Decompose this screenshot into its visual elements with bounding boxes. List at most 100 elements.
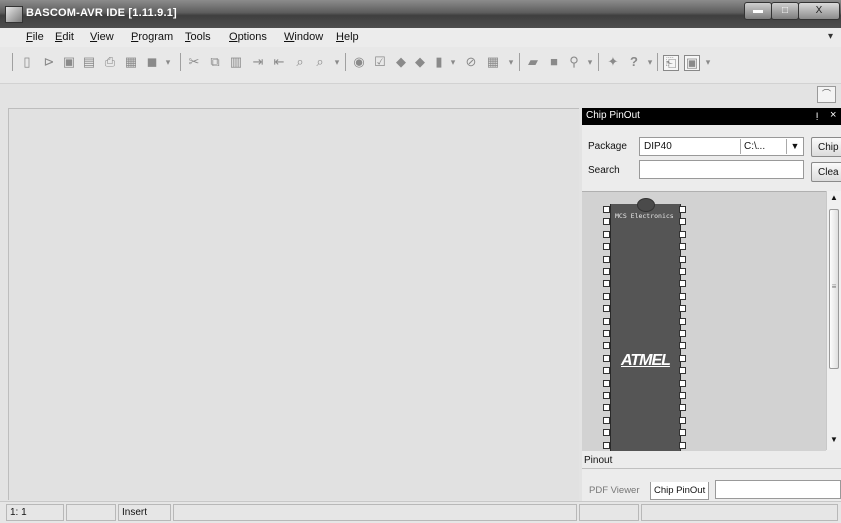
menu-view[interactable]: View bbox=[90, 31, 114, 43]
paste-icon[interactable]: ▥ bbox=[229, 55, 243, 69]
program-chip-icon[interactable]: ◆ bbox=[394, 55, 408, 69]
menu-bar: File Edit View Program Tools Options Win… bbox=[0, 28, 841, 47]
minimize-button[interactable]: ▬ bbox=[744, 2, 772, 20]
find-next-icon[interactable]: ⌕ bbox=[313, 55, 327, 69]
question-icon[interactable]: ? bbox=[627, 55, 641, 69]
chip-pin bbox=[603, 243, 610, 251]
chip-select-icon[interactable]: ⚲ bbox=[567, 55, 581, 69]
pdf-viewer-icon[interactable]: ⎗ bbox=[663, 55, 679, 71]
cut-icon[interactable]: ✂ bbox=[187, 55, 201, 69]
toolbar-separator bbox=[519, 53, 520, 71]
chip-pin bbox=[603, 441, 610, 449]
chip-pin bbox=[603, 416, 610, 424]
menu-edit[interactable]: Edit bbox=[55, 31, 74, 43]
cursor-position: 1: 1 bbox=[6, 504, 64, 521]
panel-title: Chip PinOut bbox=[586, 110, 640, 121]
chip-pin bbox=[679, 429, 686, 437]
print-preview-icon[interactable]: ▦ bbox=[124, 55, 138, 69]
chip-pin bbox=[679, 441, 686, 449]
chip-pin bbox=[679, 255, 686, 263]
toolbar-dropdown-icon[interactable]: ▾ bbox=[643, 55, 657, 69]
toolbar-dropdown-icon[interactable]: ▾ bbox=[701, 55, 715, 69]
chip-pinout-panel: Chip PinOut ᴉ × Package DIP40 C:\... ▼ C… bbox=[582, 108, 841, 506]
pin-icon[interactable]: ᴉ bbox=[816, 110, 818, 121]
close-file-icon[interactable]: ◼ bbox=[145, 55, 159, 69]
menu-window[interactable]: Window bbox=[284, 31, 323, 43]
chip-pinout-icon[interactable]: ▣ bbox=[684, 55, 700, 71]
package-select[interactable]: DIP40 C:\... ▼ bbox=[639, 137, 804, 156]
scroll-up-icon[interactable]: ▲ bbox=[829, 193, 839, 202]
menu-file[interactable]: File bbox=[26, 31, 44, 43]
chip-image: MCS Electronics ATMEL bbox=[610, 198, 681, 451]
chip-pin bbox=[603, 206, 610, 213]
search-input[interactable] bbox=[639, 160, 804, 179]
chip-view[interactable]: MCS Electronics ATMEL bbox=[582, 191, 826, 451]
terminal-icon[interactable]: ▮ bbox=[432, 55, 446, 69]
simulate-icon[interactable]: ⊘ bbox=[464, 55, 478, 69]
help-icon[interactable]: ✦ bbox=[606, 55, 620, 69]
chip-pin bbox=[679, 280, 686, 288]
collapse-icon[interactable]: ⌒ bbox=[817, 86, 836, 103]
close-icon[interactable]: × bbox=[830, 109, 836, 121]
program-chip-2-icon[interactable]: ◆ bbox=[413, 55, 427, 69]
editor-area[interactable] bbox=[8, 108, 579, 500]
tab-pdf-viewer[interactable]: PDF Viewer bbox=[586, 482, 643, 499]
compile-icon[interactable]: ◉ bbox=[352, 55, 366, 69]
maximize-button[interactable]: □ bbox=[771, 2, 799, 20]
save-file-icon[interactable]: ▣ bbox=[62, 55, 76, 69]
bar-icon[interactable]: ■ bbox=[547, 55, 561, 69]
search-label: Search bbox=[588, 165, 620, 176]
package-label: Package bbox=[588, 141, 627, 152]
path-value: C:\... bbox=[744, 141, 766, 152]
find-icon[interactable]: ⌕ bbox=[293, 55, 307, 69]
new-file-icon[interactable]: ▯ bbox=[20, 55, 34, 69]
status-cell-info bbox=[641, 504, 838, 521]
chip-pin bbox=[679, 243, 686, 251]
scroll-thumb[interactable]: ≡ bbox=[829, 209, 839, 369]
menu-help[interactable]: Help bbox=[336, 31, 359, 43]
chip-pin bbox=[679, 392, 686, 399]
menu-overflow-icon[interactable]: ▾ bbox=[828, 31, 833, 42]
syntax-check-icon[interactable]: ☑ bbox=[373, 55, 387, 69]
toolbar-dropdown-icon[interactable]: ▾ bbox=[330, 55, 344, 69]
close-button[interactable]: X bbox=[798, 2, 840, 20]
chip-pin bbox=[603, 354, 610, 362]
stop-icon[interactable]: ▦ bbox=[486, 55, 500, 69]
chip-pin bbox=[603, 392, 610, 399]
chip-button[interactable]: Chip bbox=[811, 137, 841, 157]
tab-chip-pinout[interactable]: Chip PinOut bbox=[650, 482, 710, 500]
grip-icon: ≡ bbox=[831, 282, 837, 291]
toolbar-dropdown-icon[interactable]: ▾ bbox=[504, 55, 518, 69]
chip-pin bbox=[679, 292, 686, 300]
edit-mode: Insert bbox=[118, 504, 171, 521]
scroll-down-icon[interactable]: ▼ bbox=[829, 435, 839, 444]
chip-pin bbox=[603, 379, 610, 387]
chip-pin bbox=[603, 317, 610, 325]
toolbar-separator bbox=[180, 53, 181, 71]
title-bar: BASCOM-AVR IDE [1.11.9.1] ▬ □ X bbox=[0, 0, 841, 28]
print-icon[interactable]: ⎙ bbox=[103, 55, 117, 69]
lcd-designer-icon[interactable]: ▰ bbox=[526, 55, 540, 69]
chip-pin bbox=[679, 379, 686, 387]
open-file-icon[interactable]: ⊳ bbox=[42, 55, 56, 69]
menu-tools[interactable]: Tools bbox=[185, 31, 211, 43]
toolbar-separator bbox=[345, 53, 346, 71]
copy-icon[interactable]: ⧉ bbox=[208, 55, 222, 69]
chip-pin bbox=[603, 280, 610, 288]
clear-button[interactable]: Clea bbox=[811, 162, 841, 182]
chip-pin bbox=[679, 206, 686, 213]
menu-options[interactable]: Options bbox=[229, 31, 267, 43]
toolbar-dropdown-icon[interactable]: ▾ bbox=[161, 55, 175, 69]
chip-pin bbox=[679, 218, 686, 226]
chip-pin bbox=[679, 416, 686, 424]
chip-pin bbox=[679, 317, 686, 325]
unindent-icon[interactable]: ⇤ bbox=[272, 55, 286, 69]
toolbar-dropdown-icon[interactable]: ▾ bbox=[583, 55, 597, 69]
vertical-scrollbar[interactable]: ▲ ≡ ▼ bbox=[826, 191, 841, 450]
menu-program[interactable]: Program bbox=[131, 31, 173, 43]
save-all-icon[interactable]: ▤ bbox=[82, 55, 96, 69]
chip-pin bbox=[603, 330, 610, 337]
toolbar-dropdown-icon[interactable]: ▾ bbox=[446, 55, 460, 69]
chevron-down-icon[interactable]: ▼ bbox=[786, 139, 803, 154]
indent-icon[interactable]: ⇥ bbox=[251, 55, 265, 69]
